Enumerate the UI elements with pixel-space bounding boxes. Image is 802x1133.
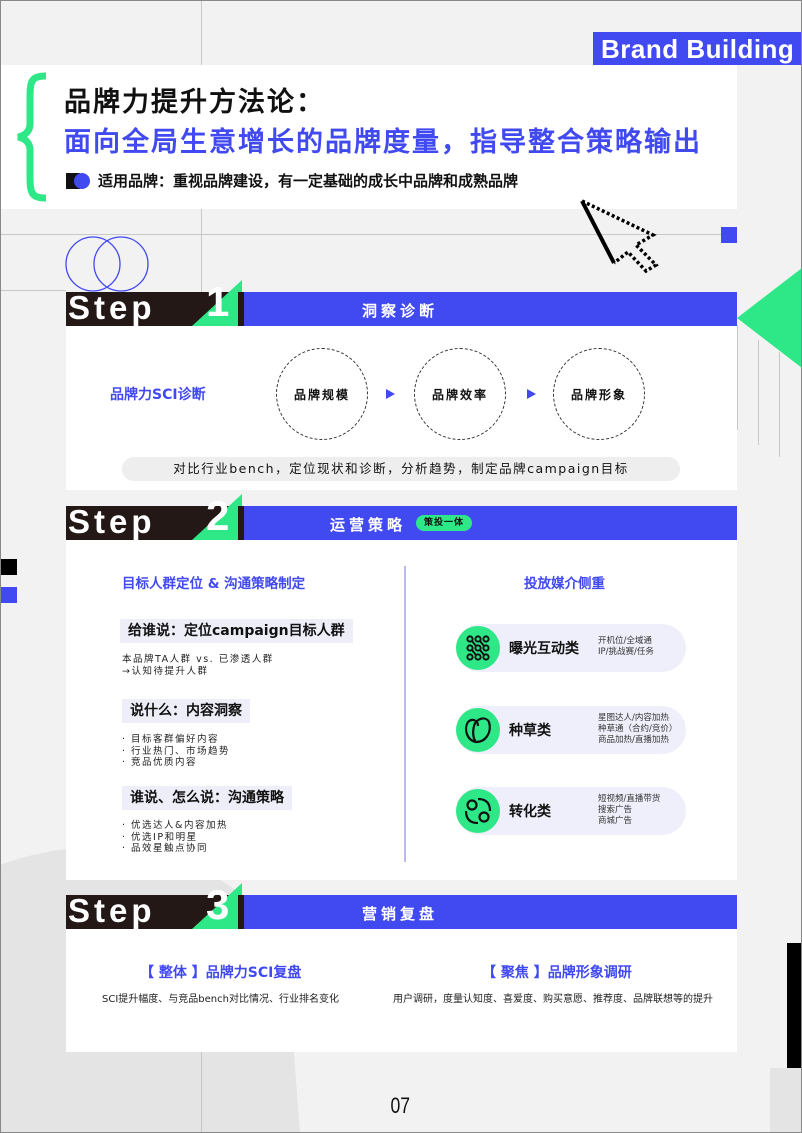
question-box: 给谁说：定位campaign目标人群 xyxy=(120,619,353,643)
page-subtitle: 面向全局生意增长的品牌度量，指导整合策略输出 xyxy=(64,127,702,158)
grid-line xyxy=(201,1050,202,1133)
page-number: 07 xyxy=(390,1093,411,1118)
cycle-conversion-icon xyxy=(456,789,500,833)
decor-green-triangle xyxy=(737,268,802,368)
question-detail: 本品牌TA人群 vs. 已渗透人群 →认知待提升人群 xyxy=(122,654,274,677)
sci-review-heading: 【 整体 】品牌力SCI复盘 xyxy=(140,965,302,981)
pixel-cursor-icon xyxy=(580,199,659,274)
media-title: 转化类 xyxy=(509,804,551,820)
bullet-dot-icon xyxy=(74,172,90,189)
step-number: 2 xyxy=(206,492,230,539)
step1-header: Step 1 洞察诊断 xyxy=(66,278,737,326)
diagnosis-circle: 品牌规模 xyxy=(276,348,368,440)
sci-review-desc: SCI提升幅度、与竞品bench对比情况、行业排名变化 xyxy=(102,994,339,1005)
media-item: 种草类 星图达人/内容加热 种草通（合约/竞价） 商品加热/直播加热 xyxy=(456,706,686,754)
decor-line xyxy=(779,352,780,457)
step-title: 洞察诊断 xyxy=(362,302,439,320)
arrow-right-icon xyxy=(527,389,536,399)
question-detail: · 优选达人&内容加热 · 优选IP和明星 · 品效星触点协同 xyxy=(122,820,228,854)
decor-black-square xyxy=(0,559,17,575)
decor-black-bar xyxy=(787,943,802,1068)
decor-blue-square xyxy=(721,227,737,243)
step1-summary: 对比行业bench，定位现状和诊断，分析趋势，制定品牌campaign目标 xyxy=(122,457,680,481)
media-desc: 短视频/直播带货 搜索广告 商城广告 xyxy=(598,794,661,826)
media-title: 曝光互动类 xyxy=(509,641,579,657)
step-title: 运营策略 xyxy=(330,516,407,534)
brand-image-heading: 【 聚焦 】品牌形象调研 xyxy=(482,965,632,981)
curly-brace-icon xyxy=(17,72,47,202)
sci-diagnosis-label: 品牌力SCI诊断 xyxy=(110,387,206,403)
grid-line xyxy=(201,0,202,65)
page-title: 品牌力提升方法论： xyxy=(64,87,325,118)
step-number: 1 xyxy=(206,278,230,325)
media-title: 种草类 xyxy=(509,723,551,739)
question-box: 说什么：内容洞察 xyxy=(122,699,250,723)
media-item: 曝光互动类 开机位/全域通 IP/挑战赛/任务 xyxy=(456,624,686,672)
step-word: Step xyxy=(68,892,156,929)
decor-line xyxy=(737,325,738,430)
question-detail: · 目标客群偏好内容 · 行业热门、市场趋势 · 竞品优质内容 xyxy=(122,734,231,768)
arrow-right-icon xyxy=(386,389,395,399)
media-desc: 星图达人/内容加热 种草通（合约/竞价） 商品加热/直播加热 xyxy=(598,713,678,745)
applies-to-row: 适用品牌：重视品牌建设，有一定基础的成长中品牌和成熟品牌 xyxy=(66,170,518,191)
column-divider xyxy=(404,566,406,862)
diagnosis-circle: 品牌形象 xyxy=(553,348,645,440)
targeting-heading: 目标人群定位 & 沟通策略制定 xyxy=(122,576,306,592)
decor-line xyxy=(758,340,759,445)
overlapping-circles-icon xyxy=(65,236,149,292)
network-nodes-icon xyxy=(456,626,500,670)
step3-header: Step 3 营销复盘 xyxy=(66,881,737,929)
media-item: 转化类 短视频/直播带货 搜索广告 商城广告 xyxy=(456,787,686,835)
decor-blue-square xyxy=(0,587,17,603)
question-box: 谁说、怎么说：沟通策略 xyxy=(122,786,292,810)
grid-line xyxy=(0,290,66,291)
step-title: 营销复盘 xyxy=(362,905,439,923)
brand-building-tag: Brand Building xyxy=(593,32,802,65)
step2-header: Step 2 运营策略 策投一体 xyxy=(66,492,737,540)
step-word: Step xyxy=(68,289,156,326)
strategy-badge: 策投一体 xyxy=(416,515,473,531)
brand-image-desc: 用户调研，度量认知度、喜爱度、购买意愿、推荐度、品牌联想等的提升 xyxy=(393,994,713,1005)
media-heading: 投放媒介侧重 xyxy=(524,576,605,592)
diagnosis-circle: 品牌效率 xyxy=(414,348,506,440)
step-number: 3 xyxy=(206,881,230,928)
leaf-seed-icon xyxy=(456,708,500,752)
applies-to-text: 适用品牌：重视品牌建设，有一定基础的成长中品牌和成熟品牌 xyxy=(98,172,519,190)
decor-gray-bar xyxy=(770,1068,802,1133)
media-desc: 开机位/全域通 IP/挑战赛/任务 xyxy=(598,636,654,657)
step-word: Step xyxy=(68,503,156,540)
